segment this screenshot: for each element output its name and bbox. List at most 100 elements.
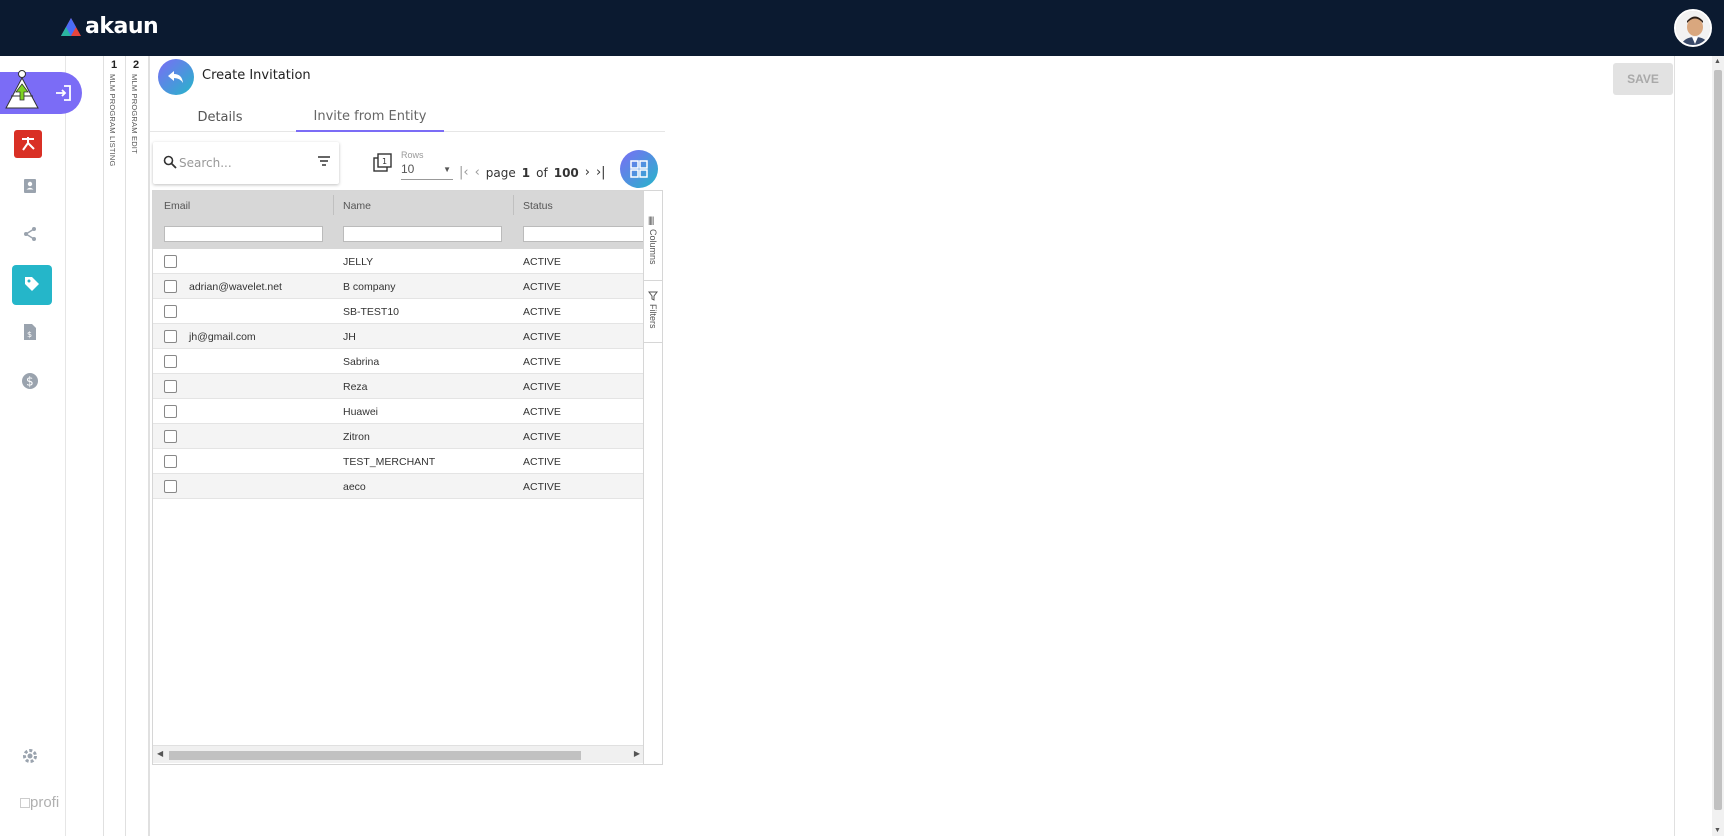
filter-list-icon[interactable] xyxy=(317,154,331,170)
scroll-right-icon[interactable]: ▶ xyxy=(634,749,640,758)
page-word: page xyxy=(485,165,516,180)
copy-icon[interactable]: 1 xyxy=(373,153,392,172)
column-divider[interactable] xyxy=(513,195,514,215)
row-checkbox[interactable] xyxy=(164,455,177,468)
row-checkbox[interactable] xyxy=(164,405,177,418)
table-row[interactable]: JELLY ACTIVE xyxy=(153,249,644,274)
table-row[interactable]: Zitron ACTIVE xyxy=(153,424,644,449)
email-filter-input[interactable] xyxy=(164,226,323,242)
left-sidebar: $ $ profi xyxy=(0,56,82,836)
name-cell: SB-TEST10 xyxy=(343,306,400,318)
status-cell: ACTIVE xyxy=(523,306,561,318)
column-divider[interactable] xyxy=(333,195,334,215)
columns-tool-tab[interactable]: |||| Columns xyxy=(644,191,662,281)
status-cell: ACTIVE xyxy=(523,281,561,293)
table-row[interactable]: SB-TEST10 ACTIVE xyxy=(153,299,644,324)
breadcrumb-label: MLM PROGRAM LISTING xyxy=(108,74,117,167)
chevron-down-icon: ▼ xyxy=(443,165,451,174)
user-portrait-icon xyxy=(1676,11,1710,45)
last-page-icon[interactable]: ›| xyxy=(596,165,606,180)
breadcrumb-label: MLM PROGRAM EDIT xyxy=(130,74,139,154)
svg-text:1: 1 xyxy=(382,157,387,166)
email-cell: jh@gmail.com xyxy=(189,331,256,343)
table-row[interactable]: TEST_MERCHANT ACTIVE xyxy=(153,449,644,474)
rows-per-page-select[interactable]: 10 ▼ xyxy=(401,162,453,180)
app-switcher[interactable] xyxy=(0,70,82,114)
logout-icon[interactable] xyxy=(54,84,72,102)
row-checkbox[interactable] xyxy=(164,430,177,443)
search-icon xyxy=(163,155,177,172)
scroll-up-icon[interactable]: ▲ xyxy=(1714,58,1721,65)
row-checkbox[interactable] xyxy=(164,255,177,268)
sidebar-item-active[interactable] xyxy=(12,265,52,305)
status-cell: ACTIVE xyxy=(523,431,561,443)
app-logo-icon[interactable] xyxy=(14,130,42,158)
row-checkbox[interactable] xyxy=(164,480,177,493)
scrollbar-thumb[interactable] xyxy=(169,751,581,760)
tab-invite-from-entity[interactable]: Invite from Entity xyxy=(296,102,444,132)
name-cell: Sabrina xyxy=(343,356,380,368)
table-row[interactable]: Sabrina ACTIVE xyxy=(153,349,644,374)
first-page-icon[interactable]: |‹ xyxy=(459,165,469,180)
rows-label: Rows xyxy=(401,150,424,160)
grid-view-toggle[interactable] xyxy=(620,150,658,188)
status-cell: ACTIVE xyxy=(523,381,561,393)
column-header-email[interactable]: Email xyxy=(164,200,190,212)
table-row[interactable]: adrian@wavelet.net B company ACTIVE xyxy=(153,274,644,299)
tab-bar: Details Invite from Entity xyxy=(150,102,665,132)
table-row[interactable]: aeco ACTIVE xyxy=(153,474,644,499)
horizontal-scrollbar[interactable]: ◀ ▶ xyxy=(153,745,644,763)
name-cell: JH xyxy=(343,331,356,343)
row-checkbox[interactable] xyxy=(164,305,177,318)
user-avatar[interactable] xyxy=(1674,9,1712,47)
name-filter-input[interactable] xyxy=(343,226,502,242)
save-button[interactable]: SAVE xyxy=(1613,63,1673,95)
reply-arrow-icon xyxy=(168,71,183,83)
svg-text:$: $ xyxy=(26,375,34,389)
breadcrumb-mlm-program-listing[interactable]: 1 MLM PROGRAM LISTING xyxy=(103,56,126,836)
page-scrollbar-thumb[interactable] xyxy=(1714,70,1722,810)
of-word: of xyxy=(536,165,548,180)
current-page: 1 xyxy=(521,165,531,180)
breadcrumb-mlm-program-edit[interactable]: 2 MLM PROGRAM EDIT xyxy=(126,56,149,836)
scroll-down-icon[interactable]: ▼ xyxy=(1714,827,1721,834)
back-button[interactable] xyxy=(158,59,194,95)
row-checkbox[interactable] xyxy=(164,280,177,293)
page-vertical-scrollbar[interactable]: ▲ ▼ xyxy=(1712,56,1724,836)
name-cell: JELLY xyxy=(343,256,374,268)
status-cell: ACTIVE xyxy=(523,356,561,368)
table-row[interactable]: Huawei ACTIVE xyxy=(153,399,644,424)
filters-tool-tab[interactable]: Filters xyxy=(644,281,662,343)
tab-details[interactable]: Details xyxy=(150,102,290,132)
dollar-icon[interactable]: $ xyxy=(18,369,42,393)
table-row[interactable]: Reza ACTIVE xyxy=(153,374,644,399)
row-checkbox[interactable] xyxy=(164,330,177,343)
contacts-icon[interactable] xyxy=(18,174,42,198)
invoice-icon[interactable]: $ xyxy=(18,320,42,344)
mlm-pyramid-icon xyxy=(5,70,39,109)
search-input[interactable] xyxy=(179,153,299,173)
next-page-icon[interactable]: › xyxy=(585,165,590,180)
table-row[interactable]: jh@gmail.com JH ACTIVE xyxy=(153,324,644,349)
previous-page-icon[interactable]: ‹ xyxy=(475,165,480,180)
row-checkbox[interactable] xyxy=(164,380,177,393)
status-filter-input[interactable] xyxy=(523,226,644,242)
column-header-status[interactable]: Status xyxy=(523,200,553,212)
name-cell: Huawei xyxy=(343,406,379,418)
column-header-name[interactable]: Name xyxy=(343,200,371,212)
grid-header: Email Name Status xyxy=(153,191,644,249)
breadcrumb-step-number: 1 xyxy=(111,59,118,71)
grid-body: Email Name Status JELLY ACTIVE adrian@wave… xyxy=(153,191,644,764)
breadcrumb-step-number: 2 xyxy=(133,59,140,71)
share-icon[interactable] xyxy=(18,222,42,246)
brand-name: akaun xyxy=(85,14,159,39)
akaun-logo[interactable]: akaun xyxy=(60,14,159,39)
status-cell: ACTIVE xyxy=(523,456,561,468)
scroll-left-icon[interactable]: ◀ xyxy=(157,749,163,758)
svg-text:$: $ xyxy=(27,330,32,339)
gear-icon[interactable] xyxy=(18,744,42,768)
columns-tab-label: Columns xyxy=(648,229,658,265)
total-pages: 100 xyxy=(553,165,579,180)
entity-grid: Email Name Status JELLY ACTIVE adrian@wave… xyxy=(152,190,663,765)
row-checkbox[interactable] xyxy=(164,355,177,368)
